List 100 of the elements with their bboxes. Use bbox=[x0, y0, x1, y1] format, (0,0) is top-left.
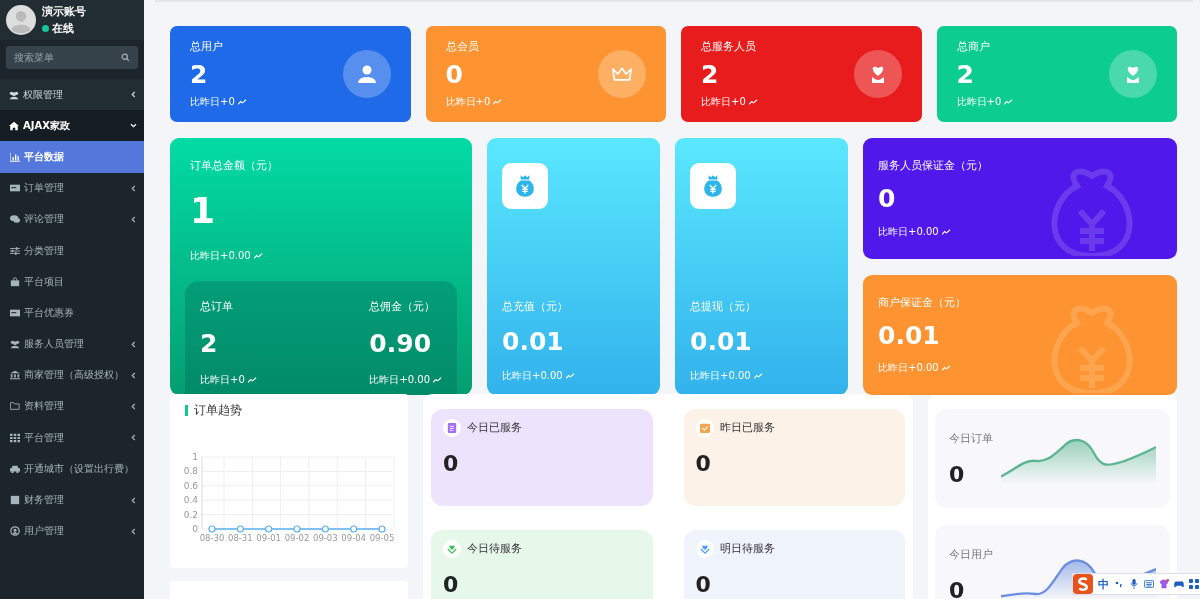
menu-item[interactable]: 评论管理 bbox=[0, 203, 144, 235]
heart-hand-icon bbox=[447, 544, 457, 554]
service-title: 今日已服务 bbox=[467, 421, 522, 435]
card-value: 0.01 bbox=[690, 327, 753, 356]
card-title: 商户保证金（元） bbox=[878, 294, 967, 310]
axis-label: 08-31 bbox=[228, 533, 253, 543]
folder-icon bbox=[10, 401, 20, 412]
data-point bbox=[208, 525, 216, 533]
card-delta: 比昨日+0.00 bbox=[878, 224, 939, 239]
axis-label: 09-04 bbox=[341, 533, 366, 543]
menu-item[interactable]: 用户管理 bbox=[0, 515, 144, 547]
card-value: 1 bbox=[190, 191, 217, 231]
service-value: 0 bbox=[443, 572, 460, 597]
chevron-icon bbox=[131, 402, 136, 410]
shirt-icon[interactable] bbox=[1159, 579, 1169, 589]
chevron-icon bbox=[131, 215, 136, 223]
chevron-icon bbox=[131, 527, 136, 535]
input-mode[interactable]: 中 bbox=[1098, 576, 1109, 592]
card-value: 2 bbox=[701, 60, 720, 89]
today-title: 今日用户 bbox=[949, 546, 993, 562]
service-value: 0 bbox=[443, 451, 460, 476]
card-delta: 比昨日+0 bbox=[200, 373, 245, 388]
data-point bbox=[293, 525, 301, 533]
trend-icon bbox=[941, 228, 951, 235]
menu-item[interactable]: 平台优惠券 bbox=[0, 297, 144, 329]
status-text: 在线 bbox=[52, 21, 74, 36]
card-delta: 比昨日+0.00 bbox=[878, 361, 939, 376]
menu-item[interactable]: 资料管理 bbox=[0, 390, 144, 423]
chevron-icon bbox=[131, 184, 136, 192]
today-value: 0 bbox=[949, 577, 966, 599]
trend-icon bbox=[753, 373, 763, 380]
card-delta: 比昨日+0.00 bbox=[690, 369, 751, 384]
card-icon bbox=[10, 183, 20, 194]
card-delta: 比昨日+0.00 bbox=[502, 369, 563, 384]
card-title: 总充值（元） bbox=[502, 298, 569, 314]
heart-hand-icon bbox=[699, 544, 710, 554]
chevron-icon bbox=[131, 496, 136, 504]
service-title: 今日待服务 bbox=[467, 542, 522, 556]
trend-icon bbox=[941, 365, 951, 372]
menu-item[interactable]: 平台管理 bbox=[0, 422, 144, 454]
menu-item[interactable]: 商家管理（高级授权） bbox=[0, 359, 144, 391]
search-field[interactable]: 搜索菜单 bbox=[6, 46, 138, 69]
s-logo-icon[interactable] bbox=[1073, 574, 1093, 594]
menu-item[interactable]: 财务管理 bbox=[0, 484, 144, 516]
card-title: 总订单 bbox=[200, 298, 234, 314]
user-icon bbox=[356, 64, 377, 84]
bar-chart-icon bbox=[10, 151, 20, 162]
today-value: 0 bbox=[949, 461, 966, 487]
trend-icon bbox=[748, 99, 758, 106]
grid-icon[interactable] bbox=[1189, 579, 1199, 589]
menu-item[interactable]: 权限管理 bbox=[0, 79, 144, 111]
card-title: 总用户 bbox=[190, 38, 224, 54]
keyboard-icon[interactable] bbox=[1144, 579, 1154, 589]
trend-icon bbox=[493, 99, 503, 106]
menu-item[interactable]: 平台数据 bbox=[0, 141, 144, 173]
menu-item[interactable]: 平台项目 bbox=[0, 266, 144, 298]
square-icon bbox=[10, 495, 20, 506]
card-title: 订单总金额（元） bbox=[190, 158, 279, 173]
trend-icon bbox=[247, 377, 257, 384]
card-title: 总提现（元） bbox=[690, 298, 757, 314]
card-value: 2 bbox=[200, 329, 219, 358]
card-icon bbox=[10, 307, 20, 318]
card-delta: 比昨日+0 bbox=[701, 95, 746, 110]
bag-icon bbox=[10, 276, 20, 287]
card-value: 0.90 bbox=[369, 329, 432, 358]
card-delta: 比昨日+0 bbox=[445, 95, 491, 110]
menu-item[interactable]: AJAX家政 bbox=[0, 110, 144, 142]
axis-label: 09-05 bbox=[369, 533, 395, 543]
card-title: 总服务人员 bbox=[701, 38, 757, 54]
axis-label: 0.4 bbox=[183, 495, 198, 506]
card-delta: 比昨日+0 bbox=[190, 95, 235, 110]
check-box-icon bbox=[699, 423, 710, 433]
axis-label: 0.2 bbox=[183, 509, 198, 520]
car-icon bbox=[10, 463, 20, 474]
card-value: 0 bbox=[445, 60, 464, 89]
axis-label: 09-03 bbox=[313, 533, 338, 543]
menu-item[interactable]: 分类管理 bbox=[0, 234, 144, 267]
data-point bbox=[350, 525, 358, 533]
card-title: 总会员 bbox=[445, 38, 480, 54]
search-icon[interactable] bbox=[121, 53, 130, 62]
menu-item[interactable]: 服务人员管理 bbox=[0, 328, 144, 360]
bank-icon bbox=[10, 370, 20, 381]
menu-item[interactable]: 订单管理 bbox=[0, 172, 144, 204]
card-delta: 比昨日+0.00 bbox=[190, 248, 251, 263]
user-name: 演示账号 bbox=[42, 4, 86, 19]
chart-title: 订单趋势 bbox=[194, 402, 242, 419]
card-title: 总佣金（元） bbox=[369, 298, 436, 314]
chevron-icon bbox=[131, 434, 136, 442]
chevron-icon bbox=[130, 123, 137, 129]
axis-label: 09-02 bbox=[284, 533, 310, 543]
punctuation-icon[interactable] bbox=[1114, 579, 1124, 589]
gamepad-icon[interactable] bbox=[1174, 579, 1184, 589]
microphone-icon[interactable] bbox=[1129, 579, 1139, 589]
trend-icon bbox=[565, 373, 575, 380]
trend-icon bbox=[1004, 99, 1014, 106]
card-title: 服务人员保证金（元） bbox=[878, 158, 989, 173]
service-title: 昨日已服务 bbox=[719, 421, 775, 435]
axis-label: 0.8 bbox=[183, 466, 198, 477]
grid-icon bbox=[10, 432, 20, 443]
menu-item[interactable]: 开通城市（设置出行费） bbox=[0, 453, 144, 485]
